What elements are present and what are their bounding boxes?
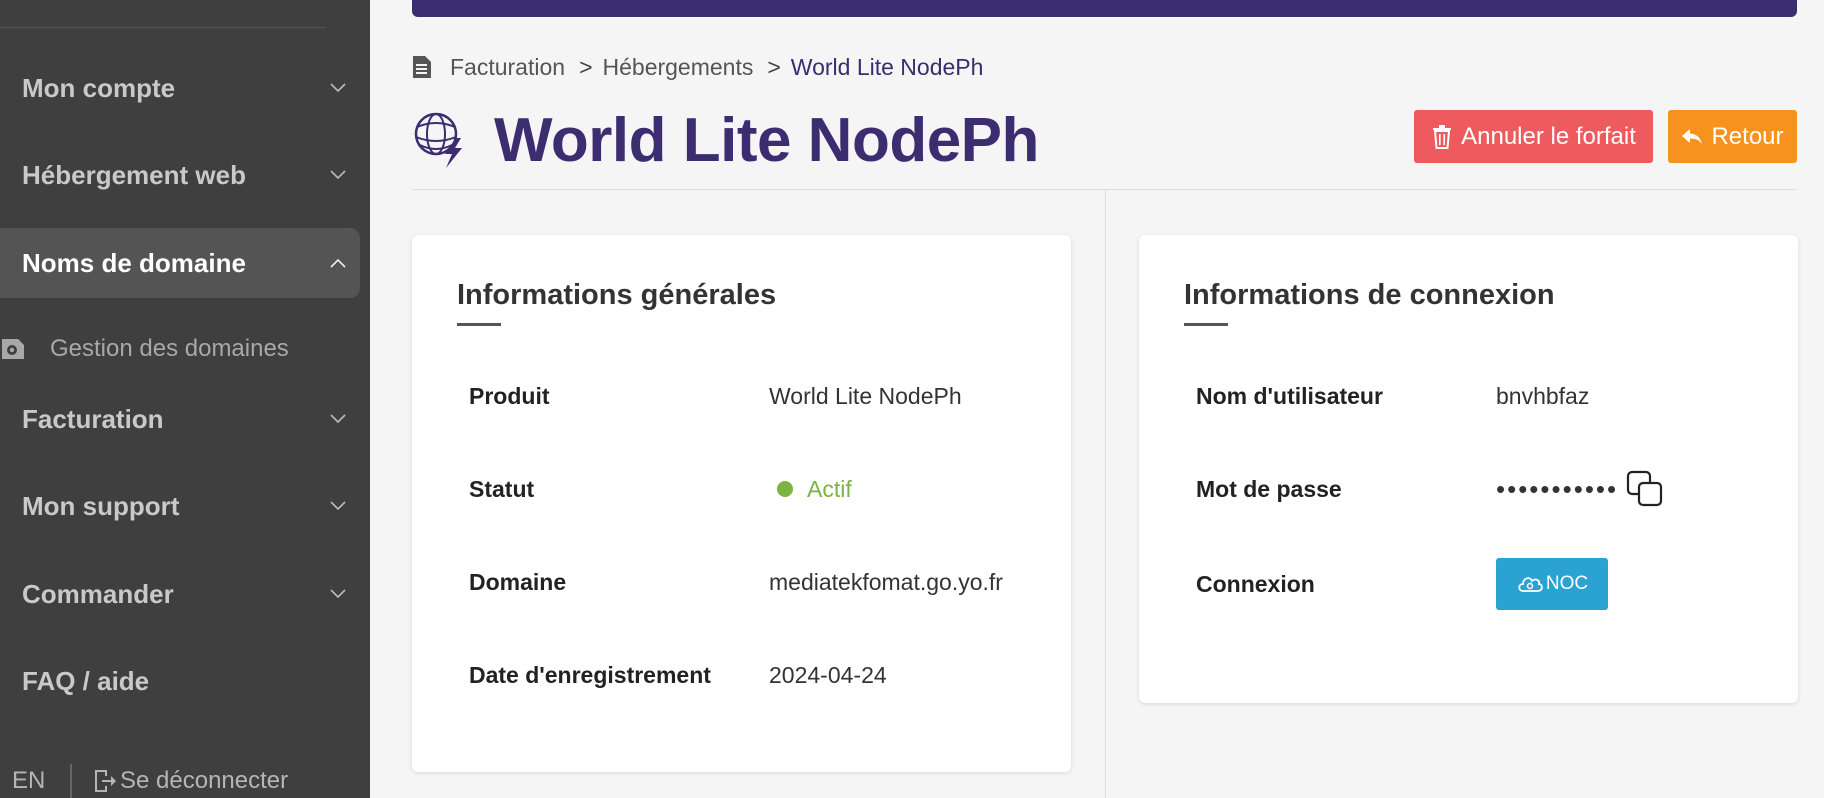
info-row-product: Produit World Lite NodePh bbox=[469, 376, 1049, 416]
sidebar-item-commander[interactable]: Commander bbox=[0, 559, 360, 629]
breadcrumb-item-hebergements[interactable]: Hébergements bbox=[603, 54, 754, 81]
sidebar-item-mon-compte[interactable]: Mon compte bbox=[0, 53, 360, 123]
logout-icon bbox=[92, 768, 116, 794]
sidebar-item-label: Hébergement web bbox=[22, 159, 246, 190]
info-row-username: Nom d'utilisateur bnvhbfaz bbox=[1196, 376, 1776, 416]
info-row-domain: Domaine mediatekfomat.go.yo.fr bbox=[469, 562, 1049, 602]
breadcrumb-item-facturation[interactable]: Facturation bbox=[450, 54, 565, 81]
card-title-underline bbox=[1184, 323, 1228, 326]
info-value: mediatekfomat.go.yo.fr bbox=[769, 568, 1003, 595]
card-title-underline bbox=[457, 323, 501, 326]
copy-icon[interactable] bbox=[1626, 470, 1664, 508]
chevron-down-icon bbox=[328, 78, 348, 98]
column-divider bbox=[1105, 190, 1106, 798]
cancel-plan-button[interactable]: Annuler le forfait bbox=[1414, 110, 1653, 163]
chevron-up-icon bbox=[328, 253, 348, 273]
gear-icon bbox=[0, 335, 28, 363]
sidebar-divider bbox=[0, 27, 326, 28]
password-mask: ••••••••••• bbox=[1496, 473, 1619, 504]
sidebar-item-noms-de-domaine[interactable]: Noms de domaine bbox=[0, 228, 360, 298]
cancel-plan-label: Annuler le forfait bbox=[1461, 122, 1636, 150]
chevron-down-icon bbox=[328, 165, 348, 185]
cloud-icon bbox=[1518, 577, 1543, 592]
noc-login-button[interactable]: NOC bbox=[1496, 558, 1608, 610]
breadcrumb-item-current: World Lite NodePh bbox=[790, 53, 984, 80]
info-label: Produit bbox=[469, 382, 550, 409]
status-dot bbox=[777, 481, 793, 497]
info-label: Date d'enregistrement bbox=[469, 661, 711, 688]
sidebar-item-label: FAQ / aide bbox=[22, 665, 150, 696]
connection-info-card: Informations de connexion Nom d'utilisat… bbox=[1139, 235, 1798, 703]
logout-label: Se déconnecter bbox=[120, 767, 289, 794]
document-icon bbox=[412, 55, 432, 79]
info-row-registration-date: Date d'enregistrement 2024-04-24 bbox=[469, 655, 1049, 695]
sidebar-subitem-gestion-domaines[interactable]: Gestion des domaines bbox=[0, 328, 360, 370]
sidebar-item-label: Facturation bbox=[22, 403, 164, 434]
info-label: Nom d'utilisateur bbox=[1196, 382, 1383, 409]
info-label: Connexion bbox=[1196, 570, 1315, 597]
logout-link[interactable]: Se déconnecter bbox=[92, 767, 288, 795]
back-button[interactable]: Retour bbox=[1668, 110, 1797, 163]
footer-divider bbox=[70, 764, 72, 798]
sidebar-item-label: Mon compte bbox=[22, 72, 176, 103]
general-info-card: Informations générales Produit World Lit… bbox=[412, 235, 1071, 772]
top-banner bbox=[412, 0, 1797, 17]
breadcrumb: Facturation > Hébergements > World Lite … bbox=[412, 50, 983, 84]
card-title: Informations générales bbox=[457, 279, 777, 311]
sidebar-item-hebergement-web[interactable]: Hébergement web bbox=[0, 140, 360, 210]
card-title: Informations de connexion bbox=[1184, 279, 1555, 311]
sidebar-footer: EN Se déconnecter bbox=[0, 764, 370, 798]
info-row-password: Mot de passe ••••••••••• bbox=[1196, 469, 1776, 509]
info-label: Mot de passe bbox=[1196, 475, 1342, 502]
password-field: ••••••••••• bbox=[1496, 470, 1664, 508]
info-row-connection: Connexion NOC bbox=[1196, 558, 1776, 610]
info-label: Statut bbox=[469, 475, 535, 502]
status-text: Actif bbox=[807, 475, 852, 502]
page-title: World Lite NodePh bbox=[494, 105, 1039, 175]
status-badge: Actif bbox=[769, 476, 852, 503]
sidebar-item-mon-support[interactable]: Mon support bbox=[0, 471, 360, 541]
globe-lightning-icon bbox=[412, 110, 468, 170]
noc-label: NOC bbox=[1545, 573, 1589, 594]
sidebar-item-facturation[interactable]: Facturation bbox=[0, 384, 360, 454]
chevron-down-icon bbox=[328, 584, 348, 604]
trash-icon bbox=[1431, 124, 1453, 149]
chevron-down-icon bbox=[328, 496, 348, 516]
info-row-status: Statut Actif bbox=[469, 469, 1049, 509]
chevron-down-icon bbox=[328, 409, 348, 429]
reply-icon bbox=[1681, 125, 1703, 149]
sidebar-item-label: Mon support bbox=[22, 490, 180, 521]
connection-value: NOC bbox=[1496, 558, 1608, 610]
sidebar-item-label: Commander bbox=[22, 578, 174, 609]
back-label: Retour bbox=[1711, 122, 1784, 150]
sidebar-item-label: Noms de domaine bbox=[22, 247, 246, 278]
sidebar-item-faq-aide[interactable]: FAQ / aide bbox=[0, 646, 360, 716]
sidebar: Mon compte Hébergement web Noms de domai… bbox=[0, 0, 370, 798]
info-value: 2024-04-24 bbox=[769, 661, 887, 688]
page-header: World Lite NodePh bbox=[412, 100, 1039, 180]
info-label: Domaine bbox=[469, 568, 567, 595]
breadcrumb-separator: > bbox=[579, 53, 593, 80]
sidebar-subitem-label: Gestion des domaines bbox=[50, 335, 289, 362]
info-value: World Lite NodePh bbox=[769, 382, 962, 409]
username-value: bnvhbfaz bbox=[1496, 382, 1590, 409]
breadcrumb-separator: > bbox=[767, 53, 781, 80]
language-switch[interactable]: EN bbox=[0, 767, 70, 795]
